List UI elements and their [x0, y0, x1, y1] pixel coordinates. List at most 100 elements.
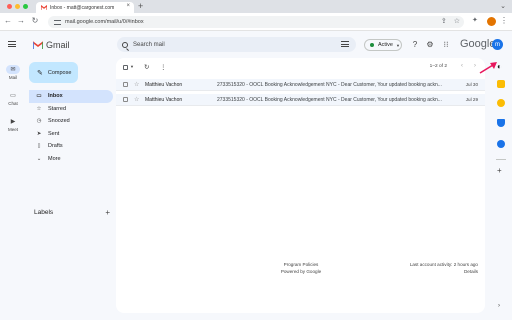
browser-tab[interactable]: Inbox - matt@cargonest.com ×: [36, 2, 134, 13]
settings-gear-icon[interactable]: ⚙: [425, 40, 435, 49]
chat-icon: ▭: [10, 93, 16, 99]
email-row[interactable]: ☆ Matthieu Vachon 2733515320 - OOCL Book…: [116, 94, 485, 106]
folder-label: More: [48, 155, 61, 162]
forward-button[interactable]: →: [16, 16, 26, 25]
reload-button[interactable]: ↻: [30, 16, 40, 25]
gmail-logo[interactable]: Gmail: [32, 40, 70, 50]
labels-title: Labels: [34, 209, 54, 216]
star-icon[interactable]: ☆: [134, 81, 139, 88]
main-menu-icon[interactable]: [8, 41, 16, 47]
search-icon[interactable]: [122, 41, 128, 48]
chevron-down-icon: ▼: [395, 42, 400, 48]
folder-sent[interactable]: ➤ Sent: [29, 128, 113, 141]
get-addons-button[interactable]: +: [497, 166, 502, 175]
compose-button[interactable]: ✎ Compose: [29, 62, 78, 83]
window-controls: [7, 4, 28, 9]
rail-label: Meet: [7, 127, 18, 132]
rail-item-chat[interactable]: ▭ Chat: [0, 91, 26, 111]
tab-close-icon[interactable]: ×: [126, 3, 130, 9]
close-window-button[interactable]: [7, 4, 12, 9]
status-label: Active: [378, 42, 393, 48]
email-row[interactable]: ☆ Matthieu Vachon 2733515320 - OOCL Book…: [116, 79, 485, 91]
tab-search-icon[interactable]: ⌄: [500, 2, 506, 10]
search-input[interactable]: Search mail: [133, 42, 165, 48]
star-icon: ☆: [36, 105, 42, 112]
extension-icon[interactable]: ✦: [472, 16, 478, 24]
pencil-icon: ✎: [37, 69, 43, 77]
url-text: mail.google.com/mail/u/0/#inbox: [65, 19, 144, 25]
select-all-checkbox[interactable]: [123, 65, 128, 70]
footer-links: Program Policies Powered by Google: [266, 261, 336, 275]
row-checkbox[interactable]: [123, 97, 128, 102]
help-icon[interactable]: ?: [410, 40, 420, 49]
rail-item-mail[interactable]: ✉ Mail: [0, 65, 26, 85]
folder-more[interactable]: ⌄ More: [29, 153, 113, 166]
rail-item-meet[interactable]: ▶ Meet: [0, 117, 26, 137]
browser-menu-icon[interactable]: ⋮: [500, 16, 508, 25]
share-icon[interactable]: ⇪: [441, 17, 447, 25]
add-label-button[interactable]: +: [105, 208, 110, 217]
keep-app-icon[interactable]: [497, 99, 505, 107]
draft-icon: ▯: [37, 143, 41, 150]
email-subject: 2733515320 - OOCL Booking Acknowledgemen…: [217, 97, 442, 103]
search-options-icon[interactable]: [341, 41, 349, 47]
folder-label: Starred: [48, 105, 67, 112]
powered-by-text: Powered by Google: [280, 269, 322, 274]
folder-snoozed[interactable]: ◷ Snoozed: [29, 115, 113, 128]
next-page-icon[interactable]: ›: [474, 62, 476, 69]
gmail-wordmark: Gmail: [46, 40, 70, 50]
folder-starred[interactable]: ☆ Starred: [29, 103, 113, 116]
status-dot: [370, 43, 374, 47]
hide-side-panel-icon[interactable]: ›: [498, 303, 500, 309]
inbox-panel: ▼ ↻ ⋮ 1–2 of 2 ‹ › ☆ Matthieu Vachon 273…: [116, 58, 485, 313]
rail-label: Mail: [8, 75, 18, 80]
details-link[interactable]: Details: [388, 268, 478, 275]
address-bar[interactable]: mail.google.com/mail/u/0/#inbox ⇪ ☆: [48, 16, 464, 28]
previous-page-icon[interactable]: ‹: [461, 62, 463, 69]
back-button[interactable]: ←: [3, 16, 13, 25]
tasks-app-icon[interactable]: [497, 119, 505, 127]
gmail-favicon-icon: [40, 4, 48, 10]
email-subject: 2733515320 - OOCL Booking Acknowledgemen…: [217, 82, 442, 88]
folder-drafts[interactable]: ▯ Drafts: [29, 140, 113, 153]
clock-icon: ◷: [36, 118, 42, 125]
avatar[interactable]: m: [492, 39, 503, 50]
email-date: Jul 30: [465, 82, 478, 87]
tab-title: Inbox - matt@cargonest.com: [50, 4, 115, 11]
select-menu-chevron-icon[interactable]: ▼: [130, 64, 134, 69]
meet-icon: ▶: [10, 119, 16, 125]
browser-toolbar: ← → ↻ mail.google.com/mail/u/0/#inbox ⇪ …: [0, 13, 512, 31]
folder-label: Snoozed: [48, 118, 70, 125]
new-tab-button[interactable]: +: [138, 1, 143, 11]
google-wordmark[interactable]: Google: [460, 38, 495, 50]
list-toolbar: ▼ ↻ ⋮ 1–2 of 2 ‹ ›: [116, 58, 485, 77]
bookmark-star-icon[interactable]: ☆: [454, 17, 460, 25]
email-date: Jul 29: [465, 97, 478, 102]
calendar-app-icon[interactable]: [497, 80, 505, 88]
site-info-icon[interactable]: [54, 19, 61, 25]
gmail-m-icon: [32, 40, 44, 49]
mail-icon: ✉: [6, 65, 20, 74]
email-sender: Matthieu Vachon: [145, 82, 183, 88]
row-checkbox[interactable]: [123, 82, 128, 87]
status-selector[interactable]: Active ▼: [364, 39, 402, 51]
refresh-icon[interactable]: ↻: [144, 63, 149, 71]
last-activity-text: Last account activity: 2 hours ago: [409, 262, 478, 267]
contacts-app-icon[interactable]: [497, 140, 505, 148]
annotation-arrow-icon: [479, 62, 497, 74]
program-policies-link[interactable]: Program Policies: [266, 261, 336, 268]
account-activity: Last account activity: 2 hours ago Detai…: [388, 261, 478, 275]
inbox-icon: ▭: [36, 93, 42, 100]
folder-label: Inbox: [48, 93, 63, 100]
browser-profile-icon[interactable]: [487, 17, 496, 26]
star-icon[interactable]: ☆: [134, 96, 139, 103]
more-options-icon[interactable]: ⋮: [160, 63, 167, 71]
apps-grid-icon[interactable]: ⁝⁝: [441, 40, 451, 49]
search-bar[interactable]: Search mail: [117, 37, 356, 52]
folder-label: Drafts: [48, 143, 63, 150]
maximize-window-button[interactable]: [23, 4, 28, 9]
email-sender: Matthieu Vachon: [145, 97, 183, 103]
folder-inbox[interactable]: ▭ Inbox: [29, 90, 113, 103]
minimize-window-button[interactable]: [15, 4, 20, 9]
compose-label: Compose: [47, 69, 72, 76]
